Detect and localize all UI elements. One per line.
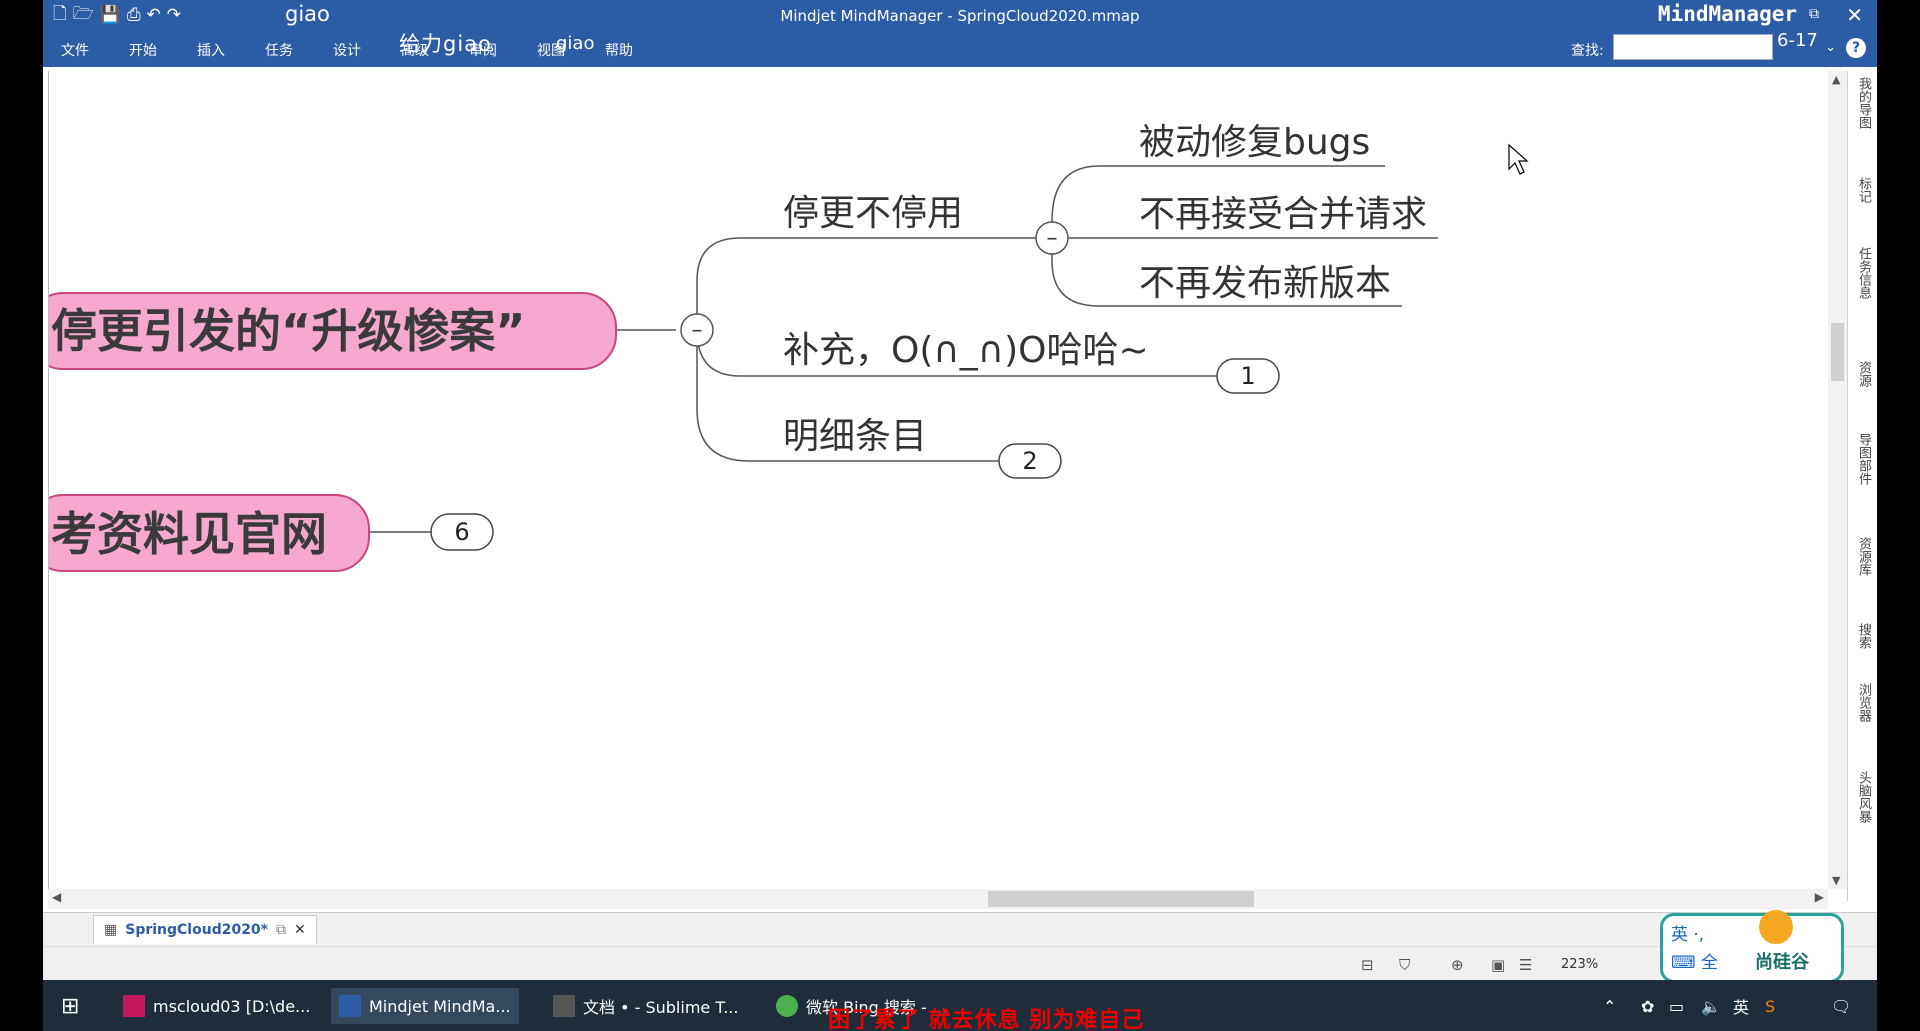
- help-icon[interactable]: ?: [1846, 38, 1866, 58]
- filter-icon[interactable]: ⛉: [1399, 956, 1410, 974]
- mindmap-canvas[interactable]: 停更引发的“升级惨案” 考资料见官网 6 – – 停更不停用 补充，O(∩_∩)…: [48, 71, 1829, 889]
- tray-app-icon[interactable]: ✿: [1641, 988, 1654, 1024]
- tab-home[interactable]: 开始: [129, 40, 197, 60]
- side-tab-browser[interactable]: 浏览器: [1852, 683, 1874, 758]
- ime-logo-overlay: 英 ·, ⌨ 全 尚硅谷: [1660, 910, 1844, 983]
- view-outline-icon[interactable]: ☰: [1519, 956, 1532, 974]
- document-tab[interactable]: ▦ SpringCloud2020* ⧉ ✕: [93, 915, 317, 944]
- side-tab-task-info[interactable]: 任务信息: [1852, 247, 1874, 347]
- subtopic-a2[interactable]: 不再接受合并请求: [1139, 194, 1427, 235]
- side-tab-search[interactable]: 搜索: [1852, 623, 1874, 673]
- taskbar-item-mindmanager[interactable]: Mindjet MindMa...: [331, 988, 519, 1024]
- taskbar-item-label: Mindjet MindMa...: [369, 996, 511, 1016]
- side-tab-library[interactable]: 资源库: [1852, 537, 1874, 607]
- logo-badge-icon: [1759, 910, 1793, 944]
- map-file-icon: ▦: [104, 922, 118, 938]
- taskbar-item-intellij[interactable]: mscloud03 [D:\de...: [123, 988, 310, 1024]
- notification-icon[interactable]: 🗨: [1831, 988, 1851, 1024]
- taskbar-item-label: mscloud03 [D:\de...: [153, 996, 311, 1016]
- status-bar: ⊟ ⛉ ⊕ ▣ ☰ 223%: [43, 946, 1877, 981]
- document-tab-label: SpringCloud2020*: [125, 922, 268, 938]
- side-tab-brainstorm[interactable]: 头脑风暴: [1852, 771, 1874, 871]
- badge-6-label: 6: [454, 518, 469, 546]
- ribbon: 🗋 🗁 💾 ⎙ ↶ ↷ giao Mindjet MindManager - S…: [43, 0, 1877, 67]
- ime-line-1: 英 ·,: [1671, 925, 1705, 945]
- ime-line-2: ⌨ 全: [1671, 953, 1718, 973]
- badge-1-label: 1: [1240, 362, 1255, 390]
- main-topic-1[interactable]: 停更引发的“升级惨案”: [51, 304, 525, 358]
- overlay-text-big: 给力giao: [399, 32, 492, 56]
- volume-icon[interactable]: 🔈: [1701, 988, 1721, 1024]
- subtopic-a3[interactable]: 不再发布新版本: [1139, 263, 1391, 304]
- overlay-text-small: giao: [556, 33, 595, 54]
- close-icon[interactable]: ✕: [1846, 3, 1863, 27]
- taskbar-item-sublime[interactable]: 文档 • - Sublime T...: [553, 988, 738, 1024]
- branch-topic-b[interactable]: 补充，O(∩_∩)O哈哈~: [783, 330, 1149, 371]
- logo-name: 尚硅谷: [1755, 952, 1809, 973]
- scroll-right-icon[interactable]: ▶: [1815, 890, 1824, 904]
- view-map-icon[interactable]: ▣: [1491, 956, 1505, 974]
- side-tab-my-maps[interactable]: 我的导图: [1852, 77, 1874, 157]
- side-tab-map-parts[interactable]: 导图部件: [1852, 433, 1874, 533]
- mindmanager-icon: [339, 995, 361, 1017]
- intellij-icon: [123, 995, 145, 1017]
- find-label: 查找:: [1571, 43, 1604, 59]
- float-icon[interactable]: ⧉: [276, 922, 286, 938]
- ime-indicator[interactable]: 英: [1733, 988, 1749, 1024]
- badge-2-label: 2: [1022, 447, 1037, 475]
- layout-icon[interactable]: ⊟: [1361, 956, 1374, 974]
- tab-design[interactable]: 设计: [333, 40, 401, 60]
- side-tab-markers[interactable]: 标记: [1852, 177, 1874, 227]
- brand-name: MindManager: [1657, 2, 1797, 26]
- find-input[interactable]: [1613, 34, 1773, 60]
- vertical-scrollbar[interactable]: ▲ ▼: [1828, 71, 1847, 889]
- tab-insert[interactable]: 插入: [197, 40, 265, 60]
- taskbar-item-label: 文档 • - Sublime T...: [583, 998, 739, 1017]
- vertical-scroll-thumb[interactable]: [1831, 323, 1844, 381]
- tray-expand-icon[interactable]: ⌃: [1603, 988, 1616, 1024]
- branch-topic-a[interactable]: 停更不停用: [783, 193, 963, 234]
- app-window: 🗋 🗁 💾 ⎙ ↶ ↷ giao Mindjet MindManager - S…: [43, 0, 1877, 1031]
- tab-file[interactable]: 文件: [61, 40, 129, 60]
- mindmap-svg: 停更引发的“升级惨案” 考资料见官网 6 – – 停更不停用 补充，O(∩_∩)…: [49, 122, 1529, 572]
- subtopic-a1[interactable]: 被动修复bugs: [1139, 122, 1370, 163]
- collapse-symbol: –: [1047, 226, 1058, 251]
- document-tab-bar: ▦ SpringCloud2020* ⧉ ✕: [43, 912, 1877, 947]
- main-topic-2[interactable]: 考资料见官网: [51, 507, 327, 561]
- mouse-cursor-icon: [1508, 143, 1529, 175]
- video-subtitle: 困了累了 就去休息 别为难自己: [828, 1008, 1145, 1031]
- battery-icon[interactable]: ▭: [1669, 988, 1684, 1024]
- windows-start-icon[interactable]: ⊞: [61, 988, 79, 1024]
- zoom-level[interactable]: 223%: [1561, 957, 1598, 972]
- sogou-icon[interactable]: S: [1765, 988, 1775, 1024]
- restore-icon[interactable]: ⧉: [1809, 6, 1819, 22]
- branch-topic-c[interactable]: 明细条目: [783, 416, 927, 457]
- close-tab-icon[interactable]: ✕: [294, 922, 306, 938]
- horizontal-scrollbar[interactable]: ◀ ▶: [48, 889, 1828, 909]
- scroll-left-icon[interactable]: ◀: [52, 890, 61, 904]
- zoom-fit-icon[interactable]: ⊕: [1451, 956, 1464, 974]
- scroll-down-icon[interactable]: ▼: [1832, 874, 1840, 887]
- window-title: Mindjet MindManager - SpringCloud2020.mm…: [780, 7, 1140, 25]
- tab-task[interactable]: 任务: [265, 40, 333, 60]
- side-panel: 我的导图 标记 任务信息 资源 导图部件 资源库 搜索 浏览器 头脑风暴: [1847, 71, 1877, 901]
- find-counter: 6-17: [1777, 30, 1818, 51]
- scroll-up-icon[interactable]: ▲: [1832, 73, 1840, 86]
- horizontal-scroll-thumb[interactable]: [988, 891, 1254, 907]
- chrome-icon: [776, 995, 798, 1017]
- tab-help[interactable]: 帮助: [605, 40, 673, 60]
- chevron-down-icon[interactable]: ⌄: [1825, 40, 1836, 55]
- sublime-icon: [553, 995, 575, 1017]
- collapse-symbol: –: [692, 318, 703, 343]
- side-tab-resources[interactable]: 资源: [1852, 361, 1874, 411]
